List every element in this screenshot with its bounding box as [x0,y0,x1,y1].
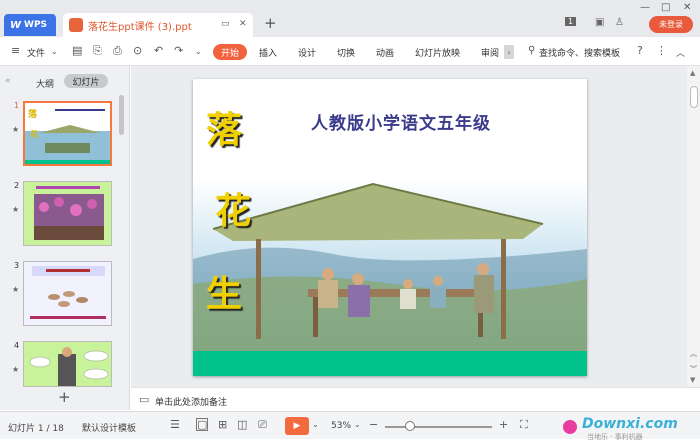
star-icon: ★ [12,285,20,294]
current-slide[interactable]: 人教版小学语文五年级 落 花 生 [193,79,587,376]
login-button[interactable]: 未登录 [649,16,693,33]
undo-icon[interactable]: ↶ [154,44,163,57]
slide-number: 4 [14,341,20,350]
skin-icon[interactable]: ▣ [595,17,604,28]
title-bar: — □ ✕ W WPS 落花生ppt课件 (3).ppt ▭ ✕ + 1 ▣ ♙… [0,0,700,37]
ppt-file-icon [69,18,83,32]
dropdown-icon[interactable]: ⌄ [51,47,58,56]
status-bar: 幻灯片 1 / 18 默认设计模板 ☰ ▢ ⊞ ◫ ⎚ ▶ ⌄ 53% ⌄ − … [0,411,700,441]
share-icon[interactable]: ♙ [615,17,624,28]
slide-number: 2 [14,181,20,190]
zoom-slider-knob[interactable] [405,421,415,431]
tab-slideshow[interactable]: 幻灯片放映 [415,46,460,59]
watermark-subtext: 当地乐 · 事利机器 [587,433,643,441]
wps-tab-label: WPS [24,20,48,30]
notes-placeholder[interactable]: 单击此处添加备注 [155,395,227,408]
tab-slides[interactable]: 幻灯片 [64,74,108,88]
sorter-view-icon[interactable]: ⊞ [218,418,227,431]
ribbon: ≡ 文件 ⌄ ▤ ⎘ ⎙ ⊙ ↶ ↷ ⌄ 开始 插入 设计 切换 动画 幻灯片放… [0,37,700,66]
star-icon: ★ [12,125,20,134]
save-icon[interactable]: ▤ [72,44,82,57]
close-window-button[interactable]: ✕ [683,2,691,13]
zoom-in-icon[interactable]: + [499,418,508,431]
slide-thumbnail[interactable]: 落 花 [23,101,112,166]
file-menu[interactable]: 文件 [27,46,45,59]
slide-number: 1 [14,101,20,110]
options-icon[interactable]: ⋮ [656,44,667,57]
reading-view-icon[interactable]: ◫ [237,418,247,431]
menu-icon[interactable]: ≡ [11,44,20,57]
add-slide-button[interactable]: + [58,388,71,406]
more-icon[interactable]: ⌄ [195,47,202,56]
title-char-2[interactable]: 花 [215,182,251,234]
teaching-view-icon[interactable]: ⎚ [258,418,267,432]
search-icon[interactable]: ⚲ [528,45,535,56]
slide-counter: 幻灯片 1 / 18 [8,424,64,434]
zoom-slider[interactable] [385,426,492,428]
tab-start[interactable]: 开始 [213,44,247,60]
play-options-icon[interactable]: ⌄ [312,420,319,429]
tab-close-icon[interactable]: ✕ [239,19,247,29]
new-tab-button[interactable]: + [264,14,277,32]
notes-toggle-icon[interactable]: ☰ [170,418,180,431]
zoom-out-icon[interactable]: − [369,418,378,431]
watermark-logo-icon [563,420,577,434]
slide-thumbnail[interactable] [23,181,112,246]
normal-view-icon[interactable]: ▢ [196,418,209,431]
tab-outline[interactable]: 大纲 [36,77,54,90]
slide-thumbnail[interactable] [23,341,112,387]
slide-thumbnail[interactable] [23,261,112,326]
svg-text:花: 花 [30,129,38,139]
panel-scrollbar[interactable] [119,95,124,135]
tab-review[interactable]: 审阅 [481,46,499,59]
star-icon: ★ [12,365,20,374]
wps-logo-icon: W [10,19,22,31]
document-tab[interactable]: 落花生ppt课件 (3).ppt ▭ ✕ [63,13,253,37]
minimize-button[interactable]: — [640,2,650,13]
document-tab-label: 落花生ppt课件 (3).ppt [88,21,192,33]
page-up-icon[interactable]: ︽ [690,349,697,359]
tab-menu-icon[interactable]: ▭ [221,19,230,29]
preview-icon[interactable]: ⊙ [133,44,142,57]
wps-home-tab[interactable]: W WPS [4,14,56,36]
tab-transition[interactable]: 切换 [337,46,355,59]
slide-number: 3 [14,261,20,270]
tab-design[interactable]: 设计 [298,46,316,59]
page-down-icon[interactable]: ︾ [690,364,697,374]
collapse-panel-icon[interactable]: « [5,76,11,86]
help-icon[interactable]: ? [637,44,643,57]
command-search[interactable]: 查找命令、搜索模板 [539,46,620,59]
page-badge[interactable]: 1 [565,17,577,26]
title-char-1[interactable]: 落 [206,101,242,153]
ribbon-scroll-arrow[interactable]: › [504,45,514,59]
scroll-down-icon[interactable]: ▼ [690,376,695,384]
tab-animation[interactable]: 动画 [376,46,394,59]
template-name[interactable]: 默认设计模板 [82,421,136,434]
zoom-level[interactable]: 53% [331,421,351,431]
export-icon[interactable]: ⎘ [93,44,102,58]
collapse-ribbon-icon[interactable]: ︿ [676,46,685,59]
maximize-button[interactable]: □ [661,2,670,13]
scroll-thumb[interactable] [690,86,698,108]
zoom-dropdown-icon[interactable]: ⌄ [354,420,361,429]
slide-subtitle[interactable]: 人教版小学语文五年级 [311,109,491,134]
slide-footer-bar [193,351,587,376]
canvas-scrollbar[interactable]: ▲ ︽ ︾ ▼ [687,66,700,387]
svg-text:落: 落 [28,108,38,120]
watermark-text: Downxi.com [582,416,678,432]
notes-pane[interactable]: ▭ 单击此处添加备注 [131,387,700,411]
notes-icon: ▭ [139,393,150,406]
print-icon[interactable]: ⎙ [113,44,122,58]
fit-window-icon[interactable]: ⛶ [520,418,528,432]
star-icon: ★ [12,205,20,214]
redo-icon[interactable]: ↷ [174,44,183,57]
title-char-3[interactable]: 生 [206,265,242,317]
tab-insert[interactable]: 插入 [259,46,277,59]
play-slideshow-button[interactable]: ▶ [285,417,309,435]
scroll-up-icon[interactable]: ▲ [690,69,695,77]
